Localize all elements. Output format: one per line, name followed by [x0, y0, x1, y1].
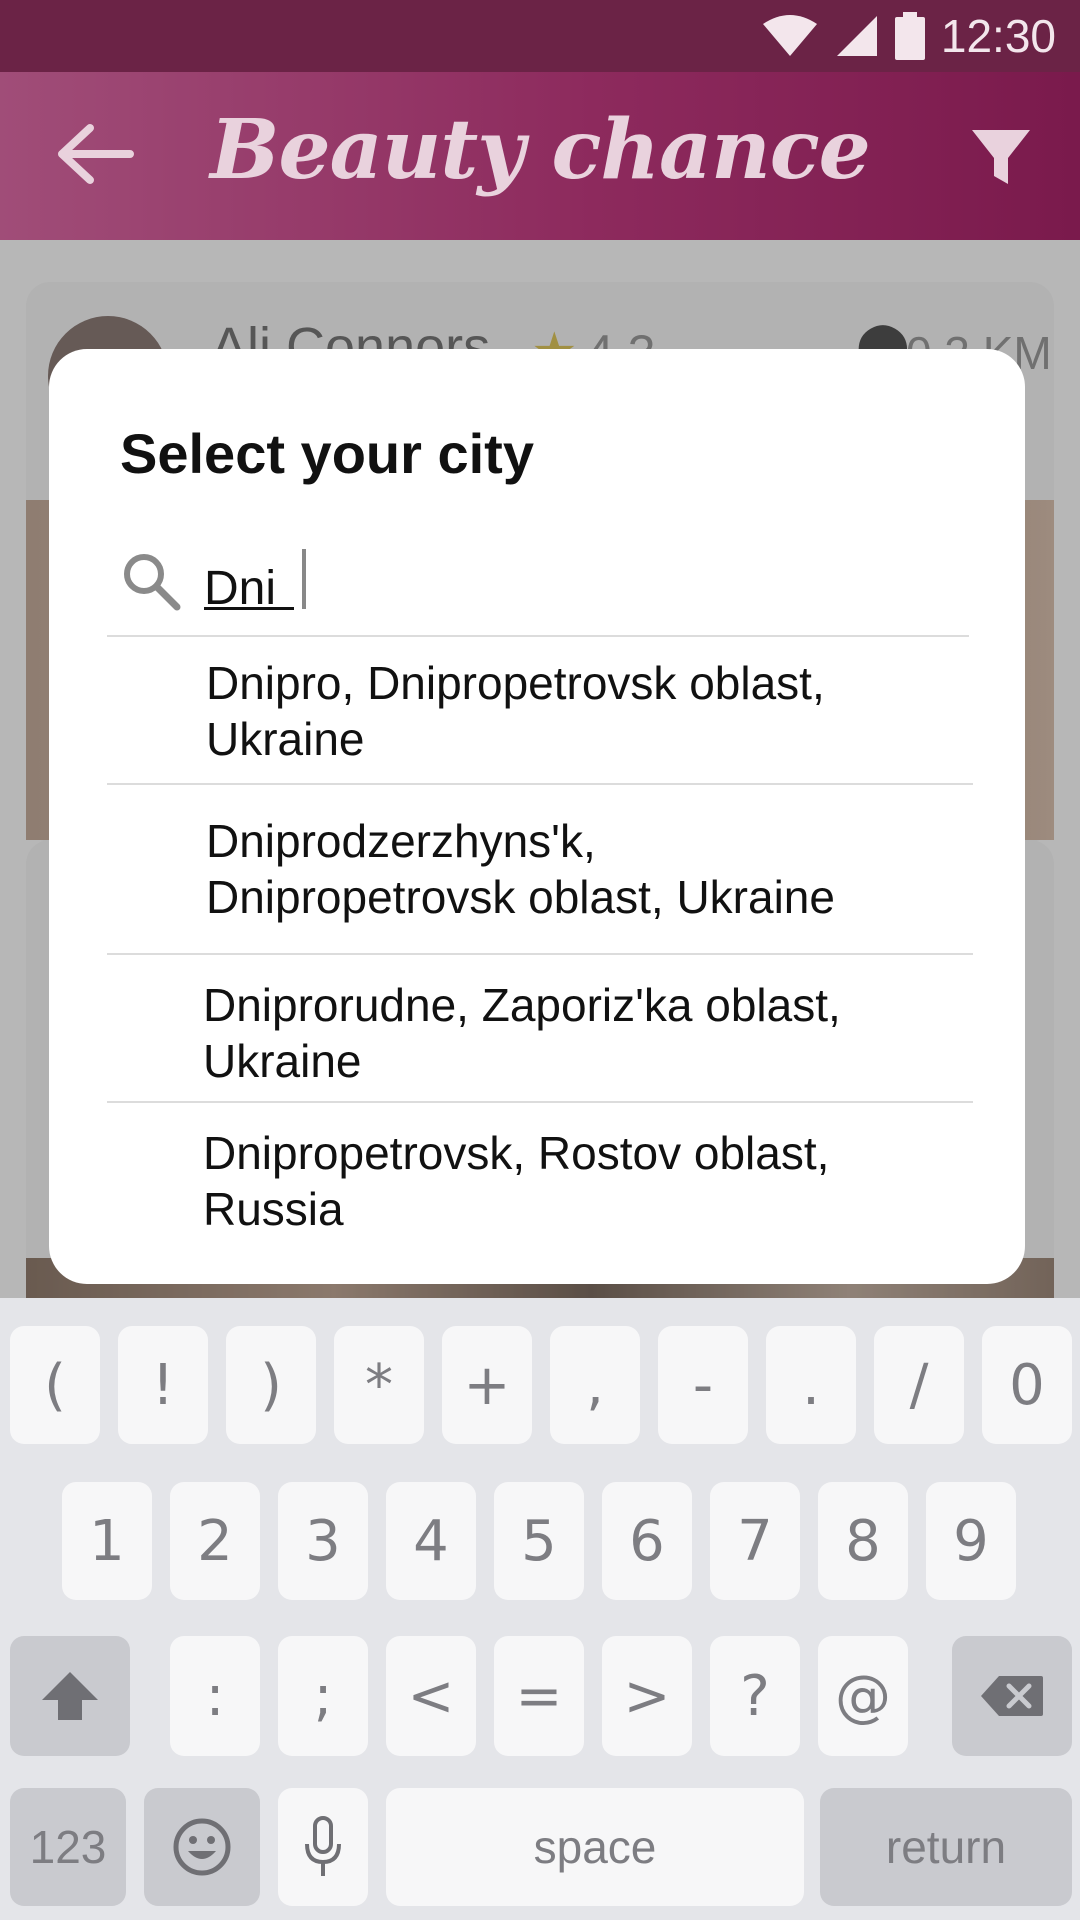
key[interactable]: 0: [982, 1326, 1072, 1444]
filter-icon[interactable]: [970, 126, 1032, 188]
key[interactable]: -: [658, 1326, 748, 1444]
status-bar: 12:30: [0, 0, 1080, 72]
key[interactable]: 6: [602, 1482, 692, 1600]
dialog-title: Select your city: [120, 422, 534, 485]
city-result-line1: Dnipro, Dnipropetrovsk oblast,: [206, 657, 825, 709]
input-underline: [204, 607, 294, 610]
status-time: 12:30: [940, 10, 1056, 62]
key[interactable]: ,: [550, 1326, 640, 1444]
key[interactable]: (: [10, 1326, 100, 1444]
key[interactable]: 7: [710, 1482, 800, 1600]
city-result-item[interactable]: Dniprorudne, Zaporiz'ka oblast, Ukraine: [107, 955, 973, 1103]
space-key[interactable]: space: [386, 1788, 804, 1906]
microphone-key[interactable]: [278, 1788, 368, 1906]
city-result-line1: Dniprodzerzhyns'k,: [206, 815, 596, 867]
shift-icon: [42, 1672, 98, 1720]
backspace-key[interactable]: [952, 1636, 1072, 1756]
app-title: Beauty chance: [210, 102, 871, 198]
city-result-line2: Dnipropetrovsk oblast, Ukraine: [206, 871, 835, 923]
key[interactable]: =: [494, 1636, 584, 1756]
key[interactable]: .: [766, 1326, 856, 1444]
emoji-icon: [173, 1818, 231, 1876]
emoji-key[interactable]: [144, 1788, 260, 1906]
key[interactable]: !: [118, 1326, 208, 1444]
city-result-line2: Russia: [203, 1183, 344, 1235]
city-select-dialog: Select your city Dnipro, Dnipropetrovsk …: [49, 349, 1025, 1284]
key[interactable]: <: [386, 1636, 476, 1756]
city-results-list: Dnipro, Dnipropetrovsk oblast, Ukraine D…: [107, 637, 973, 1253]
key[interactable]: *: [334, 1326, 424, 1444]
key[interactable]: /: [874, 1326, 964, 1444]
signal-icon: [836, 16, 877, 56]
key[interactable]: 1: [62, 1482, 152, 1600]
shift-key[interactable]: [10, 1636, 130, 1756]
key[interactable]: 3: [278, 1482, 368, 1600]
backspace-icon: [981, 1676, 1043, 1716]
return-key[interactable]: return: [820, 1788, 1072, 1906]
key[interactable]: ?: [710, 1636, 800, 1756]
key[interactable]: 9: [926, 1482, 1016, 1600]
app-bar: Beauty chance: [0, 72, 1080, 240]
key[interactable]: 8: [818, 1482, 908, 1600]
key[interactable]: 5: [494, 1482, 584, 1600]
key[interactable]: 2: [170, 1482, 260, 1600]
search-icon: [124, 554, 181, 611]
city-result-line2: Ukraine: [206, 713, 365, 765]
battery-icon: [894, 12, 925, 60]
keyboard: ( ! ) * + , - . / 0 1 2 3 4 5 6 7 8 9 : …: [0, 1298, 1080, 1920]
key[interactable]: 4: [386, 1482, 476, 1600]
wifi-icon: [762, 15, 817, 56]
city-result-item[interactable]: Dnipropetrovsk, Rostov oblast, Russia: [107, 1103, 973, 1253]
key[interactable]: ;: [278, 1636, 368, 1756]
text-caret: [302, 549, 306, 609]
city-result-line2: Ukraine: [203, 1035, 362, 1087]
key[interactable]: @: [818, 1636, 908, 1756]
city-result-item[interactable]: Dnipro, Dnipropetrovsk oblast, Ukraine: [107, 637, 973, 785]
microphone-icon: [305, 1816, 341, 1876]
key[interactable]: ): [226, 1326, 316, 1444]
key[interactable]: :: [170, 1636, 260, 1756]
city-result-item[interactable]: Dniprodzerzhyns'k, Dnipropetrovsk oblast…: [107, 785, 973, 955]
city-result-line1: Dniprorudne, Zaporiz'ka oblast,: [203, 979, 841, 1031]
numbers-mode-key[interactable]: 123: [10, 1788, 126, 1906]
key[interactable]: >: [602, 1636, 692, 1756]
key[interactable]: +: [442, 1326, 532, 1444]
city-result-line1: Dnipropetrovsk, Rostov oblast,: [203, 1127, 830, 1179]
